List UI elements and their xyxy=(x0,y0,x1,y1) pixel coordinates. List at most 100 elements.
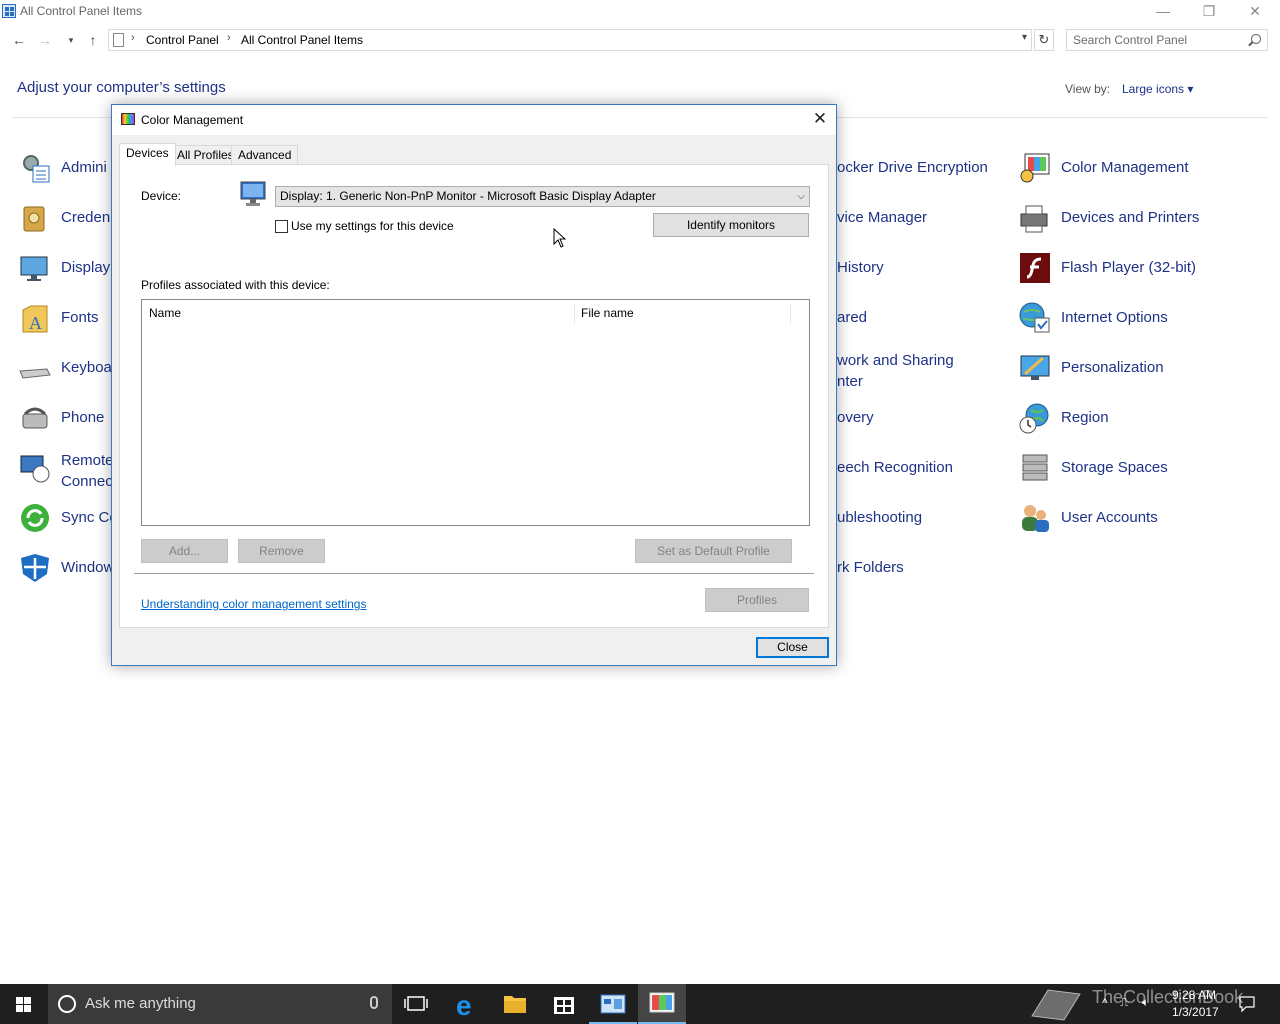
clock-time[interactable]: 9:28 AM xyxy=(1172,988,1216,1002)
cp-item-devices-and-printers[interactable]: Devices and Printers xyxy=(1019,202,1249,234)
fonts-icon: A xyxy=(22,305,48,333)
device-dropdown[interactable]: Display: 1. Generic Non-PnP Monitor - Mi… xyxy=(275,186,810,207)
breadcrumb-separator-icon: › xyxy=(131,32,135,44)
cortana-search-box[interactable]: Ask me anything xyxy=(48,984,392,1024)
profiles-label: Profiles associated with this device: xyxy=(141,278,330,292)
network-icon[interactable]: ⎍ xyxy=(1120,995,1128,1010)
phone-and-modem-icon xyxy=(22,407,48,429)
cortana-icon xyxy=(58,995,76,1013)
start-button[interactable] xyxy=(0,984,48,1024)
remove-profile-button[interactable]: Remove xyxy=(238,539,325,563)
action-center-icon[interactable] xyxy=(1238,995,1256,1013)
microphone-icon[interactable] xyxy=(370,996,378,1009)
windows-defender-icon xyxy=(21,554,49,582)
taskbar-store[interactable] xyxy=(540,984,588,1024)
cp-item-label: Devices and Printers xyxy=(1061,209,1200,226)
cp-item-label: Color Management xyxy=(1061,159,1189,176)
minimize-button[interactable]: — xyxy=(1140,0,1186,24)
breadcrumb-all-items[interactable]: All Control Panel Items xyxy=(241,33,363,47)
internet-options-icon xyxy=(1019,302,1050,333)
column-separator[interactable] xyxy=(790,304,791,324)
dialog-titlebar: Color Management ✕ xyxy=(112,105,836,135)
cp-item-flash-player[interactable]: Flash Player (32-bit) xyxy=(1019,252,1249,284)
remoteapp-icon xyxy=(20,455,50,483)
use-my-settings-checkbox[interactable] xyxy=(275,220,288,233)
volume-icon[interactable]: 🔈︎ xyxy=(1142,995,1149,1010)
user-accounts-icon xyxy=(1022,505,1049,532)
watermark-text: TheCollectionBook xyxy=(1092,987,1244,1007)
flash-player-icon xyxy=(1020,253,1050,283)
close-button[interactable]: Close xyxy=(756,637,829,658)
devices-and-printers-icon xyxy=(1020,205,1048,233)
cp-item-region[interactable]: Region xyxy=(1019,402,1249,434)
divider xyxy=(134,573,814,574)
address-dropdown-icon[interactable]: ▾ xyxy=(1022,32,1027,43)
cp-item-label: overy xyxy=(837,409,874,426)
restore-button[interactable]: ❐ xyxy=(1186,0,1232,24)
devices-tab-panel: Device: Display: 1. Generic Non-PnP Moni… xyxy=(119,164,829,628)
breadcrumb-control-panel[interactable]: Control Panel xyxy=(146,33,219,47)
cp-item-label: Flash Player (32-bit) xyxy=(1061,259,1197,276)
cp-item-label: Storage Spaces xyxy=(1061,459,1168,476)
taskbar: Ask me anything e TheCollectionBook ^ ⎍ … xyxy=(0,984,1280,1024)
cp-item-label: Display xyxy=(61,259,111,276)
cp-item-label: Creden xyxy=(61,209,111,226)
set-default-profile-button[interactable]: Set as Default Profile xyxy=(635,539,792,563)
dialog-close-icon[interactable]: ✕ xyxy=(804,105,836,135)
dialog-title: Color Management xyxy=(141,113,244,127)
profile-list[interactable]: Name File name xyxy=(141,299,810,526)
mouse-cursor-icon xyxy=(553,228,567,248)
refresh-icon[interactable]: ↻ xyxy=(1034,29,1054,51)
cp-item-storage-spaces[interactable]: Storage Spaces xyxy=(1019,452,1249,484)
cp-item-user-accounts[interactable]: User Accounts xyxy=(1019,502,1249,534)
cp-item-label: eech Recognition xyxy=(837,459,953,476)
cp-item-label: Window xyxy=(61,559,115,576)
search-icon[interactable] xyxy=(1251,34,1261,44)
column-header-name[interactable]: Name xyxy=(142,300,181,326)
device-dropdown-value: Display: 1. Generic Non-PnP Monitor - Mi… xyxy=(280,189,656,203)
profiles-button[interactable]: Profiles xyxy=(705,588,809,612)
color-management-icon xyxy=(1020,153,1050,183)
device-label: Device: xyxy=(141,189,182,203)
folder-icon xyxy=(504,996,526,1013)
forward-arrow-icon[interactable]: → xyxy=(34,28,56,52)
cp-item-internet-options[interactable]: Internet Options xyxy=(1019,302,1249,334)
display-icon xyxy=(20,256,48,281)
cp-item-label: ubleshooting xyxy=(837,509,923,526)
view-by-dropdown[interactable]: Large icons xyxy=(1122,82,1193,96)
cp-item-label: Fonts xyxy=(61,309,99,326)
windows-logo-icon xyxy=(16,997,31,1012)
cp-item-label: ared xyxy=(837,309,868,326)
search-input[interactable] xyxy=(1073,32,1243,48)
clock-date[interactable]: 1/3/2017 xyxy=(1172,1005,1219,1019)
cp-item-color-management[interactable]: Color Management xyxy=(1019,152,1249,184)
monitor-icon xyxy=(240,181,266,206)
back-arrow-icon[interactable]: ← xyxy=(8,28,30,52)
taskbar-edge[interactable]: e xyxy=(443,984,491,1024)
recent-locations-chevron-icon[interactable]: ▾ xyxy=(60,28,82,52)
color-management-dialog: Color Management ✕ Devices All Profiles … xyxy=(111,104,837,666)
keyboard-icon xyxy=(19,368,51,379)
taskbar-color-management[interactable] xyxy=(638,984,686,1024)
column-header-file-name[interactable]: File name xyxy=(574,300,634,326)
taskbar-file-explorer[interactable] xyxy=(491,984,539,1024)
window-close-button[interactable]: ✕ xyxy=(1232,0,1278,24)
add-profile-button[interactable]: Add... xyxy=(141,539,228,563)
identify-monitors-button[interactable]: Identify monitors xyxy=(653,213,809,237)
cp-item-label: Keyboa xyxy=(61,359,112,376)
up-arrow-icon[interactable]: ↑ xyxy=(82,28,104,52)
color-management-icon xyxy=(649,992,675,1013)
show-hidden-icons-icon[interactable]: ^ xyxy=(1102,996,1108,1010)
help-link[interactable]: Understanding color management settings xyxy=(141,597,366,611)
tab-advanced[interactable]: Advanced xyxy=(231,145,299,165)
taskbar-control-panel[interactable] xyxy=(589,984,637,1024)
location-icon xyxy=(113,33,124,47)
chevron-down-icon: ⌵ xyxy=(797,191,805,202)
window-titlebar: All Control Panel Items — ❐ ✕ xyxy=(0,0,1280,24)
cp-item-label: vice Manager xyxy=(837,209,928,226)
cp-item-personalization[interactable]: Personalization xyxy=(1019,352,1249,384)
tab-devices[interactable]: Devices xyxy=(119,143,176,166)
address-box[interactable]: › Control Panel › All Control Panel Item… xyxy=(108,29,1032,51)
cp-item-label: Sync Ce xyxy=(61,509,118,526)
task-view-button[interactable] xyxy=(392,984,440,1024)
